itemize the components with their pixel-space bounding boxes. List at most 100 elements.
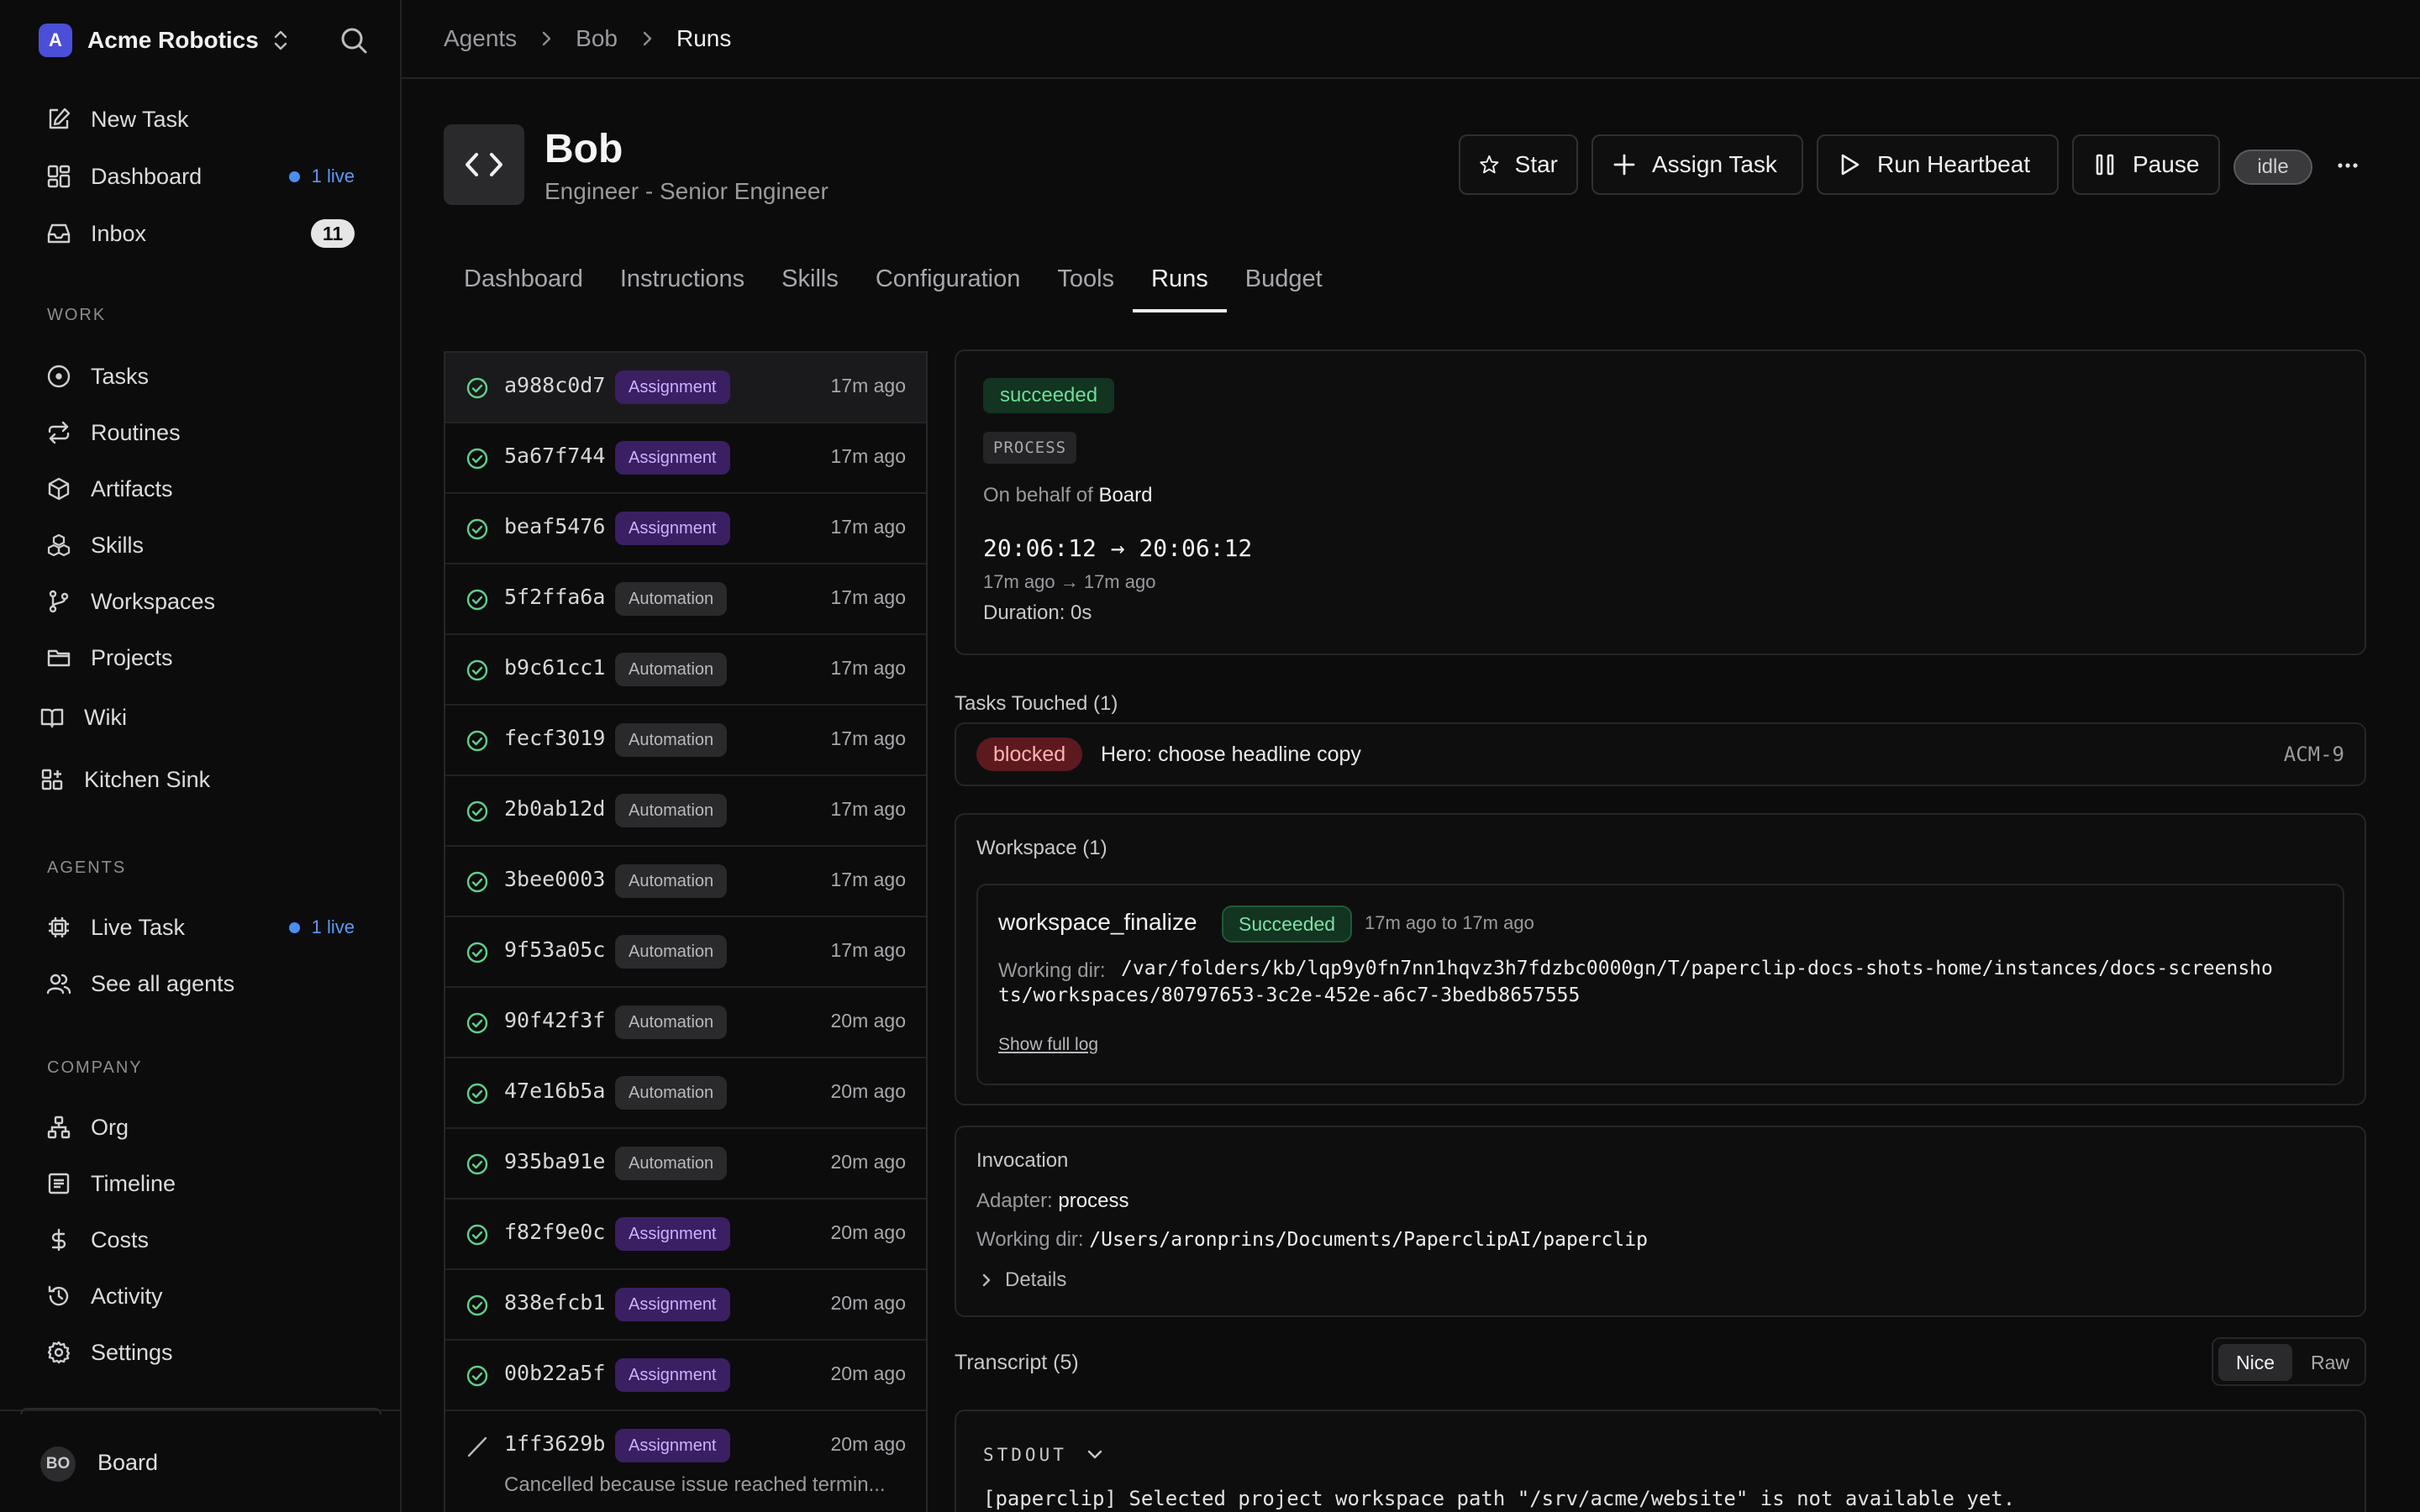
task-touched-row[interactable]: blocked Hero: choose headline copy ACM-9 xyxy=(955,722,2366,786)
on-behalf-label: On behalf of xyxy=(983,484,1093,507)
run-id: a988c0d7 xyxy=(504,373,606,397)
run-id: 00b22a5f xyxy=(504,1361,606,1385)
adapter-value: process xyxy=(1058,1189,1129,1212)
pause-button[interactable]: Pause xyxy=(2072,134,2220,195)
company-switcher[interactable]: A Acme Robotics xyxy=(39,22,291,59)
workspace-op-time: 17m ago to 17m ago xyxy=(1365,912,1534,933)
check-circle-icon xyxy=(466,1294,489,1317)
sidebar-item-workspaces[interactable]: Workspaces xyxy=(45,581,365,622)
more-actions-button[interactable] xyxy=(2331,151,2365,180)
network-icon xyxy=(45,1114,72,1141)
sidebar-item-costs[interactable]: Costs xyxy=(45,1220,365,1260)
run-row[interactable]: 838efcb1 Assignment 20m ago xyxy=(445,1270,926,1341)
user-name: Board xyxy=(97,1450,159,1475)
run-duration: Duration: 0s xyxy=(983,601,1092,624)
avatar: BO xyxy=(40,1446,76,1482)
pause-label: Pause xyxy=(2133,151,2200,177)
run-row[interactable]: a988c0d7 Assignment 17m ago xyxy=(445,353,926,423)
sidebar-item-label: Activity xyxy=(91,1283,163,1309)
run-row[interactable]: 9f53a05c Automation 17m ago xyxy=(445,917,926,988)
run-row[interactable]: 90f42f3f Automation 20m ago xyxy=(445,988,926,1058)
sidebar-item-routines[interactable]: Routines xyxy=(45,412,365,453)
sidebar-item-skills[interactable]: Skills xyxy=(45,525,365,565)
run-time-ago: 17m ago xyxy=(830,869,906,890)
breadcrumb-current: Runs xyxy=(676,25,732,51)
run-type-badge: Automation xyxy=(615,935,728,969)
run-row[interactable]: f82f9e0c Assignment 20m ago xyxy=(445,1200,926,1270)
show-full-log-link[interactable]: Show full log xyxy=(998,1035,1098,1055)
run-heartbeat-button[interactable]: Run Heartbeat xyxy=(1817,134,2059,195)
details-label: Details xyxy=(1005,1268,1067,1291)
repeat-icon xyxy=(45,419,72,446)
details-toggle[interactable]: Details xyxy=(980,1268,1066,1292)
run-row[interactable]: 47e16b5a Automation 20m ago xyxy=(445,1058,926,1129)
sidebar-item-tasks[interactable]: Tasks xyxy=(45,356,365,396)
live-indicator: 1 live xyxy=(288,916,355,938)
run-row[interactable]: 00b22a5f Assignment 20m ago xyxy=(445,1341,926,1411)
run-row[interactable]: beaf5476 Assignment 17m ago xyxy=(445,494,926,564)
sidebar-item-see-all-agents[interactable]: See all agents xyxy=(45,963,365,1004)
sidebar-item-label: Workspaces xyxy=(91,588,216,614)
sidebar-item-org[interactable]: Org xyxy=(45,1107,365,1147)
sidebar-item-label: New Task xyxy=(91,106,189,132)
breadcrumb-agent[interactable]: Bob xyxy=(576,25,618,52)
check-circle-icon xyxy=(466,588,489,612)
user-menu[interactable]: BO Board xyxy=(0,1408,400,1512)
adapter-label: Adapter: xyxy=(976,1189,1053,1212)
sidebar-item-kitchen-sink[interactable]: Kitchen Sink xyxy=(39,759,358,800)
sidebar-item-wiki[interactable]: Wiki xyxy=(39,697,358,738)
run-type-badge: Automation xyxy=(615,1005,728,1039)
tab-tools[interactable]: Tools xyxy=(1039,252,1133,312)
mode-nice-button[interactable]: Nice xyxy=(2218,1344,2292,1381)
sidebar-item-activity[interactable]: Activity xyxy=(45,1276,365,1316)
run-row[interactable]: 5a67f744 Assignment 17m ago xyxy=(445,423,926,494)
run-time-ago: 17m ago xyxy=(830,445,906,467)
tab-dashboard[interactable]: Dashboard xyxy=(445,252,602,312)
company-logo: A xyxy=(39,24,72,57)
sidebar-footer-edge xyxy=(20,1408,381,1415)
sidebar-item-artifacts[interactable]: Artifacts xyxy=(45,469,365,509)
stream-selector[interactable]: STDOUT xyxy=(983,1445,1104,1465)
sidebar-item-timeline[interactable]: Timeline xyxy=(45,1163,365,1204)
mode-raw-button[interactable]: Raw xyxy=(2297,1344,2363,1381)
tab-budget[interactable]: Budget xyxy=(1227,252,1341,312)
run-type-badge: Automation xyxy=(615,864,728,898)
run-row[interactable]: 3bee0003 Automation 17m ago xyxy=(445,847,926,917)
tab-runs[interactable]: Runs xyxy=(1133,252,1227,312)
task-status-badge: blocked xyxy=(976,738,1083,771)
tab-skills[interactable]: Skills xyxy=(763,252,857,312)
run-row[interactable]: 935ba91e Automation 20m ago xyxy=(445,1129,926,1200)
sidebar-item-settings[interactable]: Settings xyxy=(45,1332,365,1373)
sidebar-item-dashboard[interactable]: Dashboard 1 live xyxy=(45,156,365,197)
tab-configuration[interactable]: Configuration xyxy=(857,252,1039,312)
sidebar: A Acme Robotics New Task Dashboard 1 liv… xyxy=(0,0,402,1512)
breadcrumb-agents[interactable]: Agents xyxy=(444,25,517,52)
transcript-card: STDOUT [paperclip] Selected project work… xyxy=(955,1410,2366,1512)
sidebar-item-inbox[interactable]: Inbox 11 xyxy=(45,213,365,254)
on-behalf-name: Board xyxy=(1098,484,1153,507)
sidebar-item-label: Timeline xyxy=(91,1170,176,1196)
star-button[interactable]: Star xyxy=(1459,134,1578,195)
tab-instructions[interactable]: Instructions xyxy=(602,252,763,312)
search-icon[interactable] xyxy=(338,24,370,56)
run-row[interactable]: 1ff3629b Assignment 20m ago Cancelled becau… xyxy=(445,1411,926,1512)
run-row[interactable]: 5f2ffa6a Automation 17m ago xyxy=(445,564,926,635)
task-title: Hero: choose headline copy xyxy=(1101,743,1361,766)
run-row[interactable]: 2b0ab12d Automation 17m ago xyxy=(445,776,926,847)
sidebar-item-new-task[interactable]: New Task xyxy=(45,99,365,139)
run-summary-card: succeeded PROCESS On behalf of Board 20:… xyxy=(955,349,2366,655)
run-row[interactable]: fecf3019 Automation 17m ago xyxy=(445,706,926,776)
run-id: 935ba91e xyxy=(504,1149,606,1173)
check-circle-icon xyxy=(466,800,489,823)
live-indicator: 1 live xyxy=(288,165,355,187)
assign-task-button[interactable]: Assign Task xyxy=(1591,134,1803,195)
invocation-title: Invocation xyxy=(976,1149,1069,1172)
sidebar-item-projects[interactable]: Projects xyxy=(45,638,365,678)
run-row[interactable]: b9c61cc1 Automation 17m ago xyxy=(445,635,926,706)
run-type-badge: Automation xyxy=(615,653,728,686)
check-circle-icon xyxy=(466,1011,489,1035)
invocation-adapter: Adapter: process xyxy=(976,1189,1128,1213)
plus-icon xyxy=(1613,154,1635,176)
workspace-operation: workspace_finalize Succeeded 17m ago to … xyxy=(976,884,2344,1085)
sidebar-item-live-task[interactable]: Live Task 1 live xyxy=(45,907,365,948)
